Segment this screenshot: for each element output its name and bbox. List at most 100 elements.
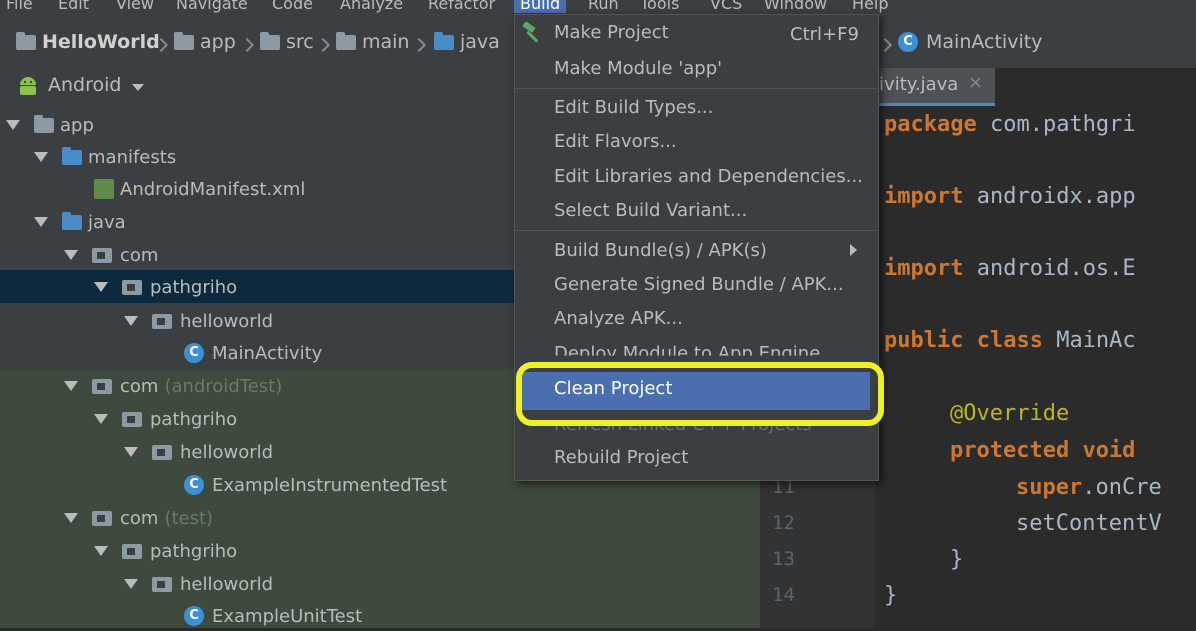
tree-item-pathgriho[interactable]: pathgriho xyxy=(94,536,237,566)
folder-icon xyxy=(336,31,356,50)
menu-navigate[interactable]: Navigate xyxy=(176,0,248,13)
tree-item-app[interactable]: app xyxy=(6,110,94,140)
source-set-label: (androidTest) xyxy=(164,375,283,397)
menu-build[interactable]: Build xyxy=(514,0,567,13)
code-line: package com.pathgri xyxy=(884,112,1136,137)
breadcrumb-item-src[interactable]: src xyxy=(260,29,314,55)
tree-item-pathgriho[interactable]: pathgriho xyxy=(94,404,237,434)
tree-item-com-test[interactable]: com (test) xyxy=(64,503,213,533)
tree-item-exampleinstrumentedtest[interactable]: C ExampleInstrumentedTest xyxy=(184,470,447,500)
menu-item-edit-flavors[interactable]: Edit Flavors... xyxy=(554,131,677,152)
close-icon[interactable]: × xyxy=(968,72,983,93)
breadcrumb-item-mainactivity[interactable]: C MainActivity xyxy=(898,29,1042,55)
shortcut-label: Ctrl+F9 xyxy=(790,24,859,45)
expand-arrow-icon xyxy=(34,217,48,227)
tree-item-manifests[interactable]: manifests xyxy=(34,142,176,172)
menu-analyze[interactable]: Analyze xyxy=(340,0,403,13)
expand-arrow-icon xyxy=(124,579,138,589)
menu-tools[interactable]: Tools xyxy=(640,0,679,13)
tree-item-helloworld[interactable]: helloworld xyxy=(124,306,273,336)
tree-item-exampleunittest[interactable]: C ExampleUnitTest xyxy=(184,601,362,631)
submenu-arrow-icon xyxy=(850,244,857,256)
menu-item-generate-signed[interactable]: Generate Signed Bundle / APK... xyxy=(554,274,844,295)
folder-icon xyxy=(174,31,194,50)
menu-vcs[interactable]: VCS xyxy=(710,0,742,13)
package-icon xyxy=(92,378,112,394)
test-class-icon: C xyxy=(184,475,204,495)
expand-arrow-icon xyxy=(124,447,138,457)
menu-item-make-module[interactable]: Make Module 'app' xyxy=(554,58,722,79)
package-icon xyxy=(122,279,142,295)
code-line: import androidx.app xyxy=(884,184,1136,209)
package-icon xyxy=(92,247,112,263)
menu-item-build-bundle-apk[interactable]: Build Bundle(s) / APK(s) xyxy=(554,240,767,261)
folder-icon xyxy=(434,31,454,50)
menu-item-rebuild-project[interactable]: Rebuild Project xyxy=(554,447,688,468)
folder-icon xyxy=(62,146,82,165)
hammer-icon xyxy=(522,22,539,43)
tree-item-pathgriho[interactable]: pathgriho xyxy=(94,272,237,302)
breadcrumb-item-helloworld[interactable]: HelloWorld xyxy=(16,29,160,55)
code-line: } xyxy=(884,583,898,608)
code-line: import android.os.E xyxy=(884,256,1136,281)
folder-icon xyxy=(260,31,280,50)
menu-item-analyze-apk[interactable]: Analyze APK... xyxy=(554,308,683,329)
menu-item-edit-build-types[interactable]: Edit Build Types... xyxy=(554,97,713,118)
menu-run[interactable]: Run xyxy=(588,0,619,13)
package-icon xyxy=(152,576,172,592)
tree-item-helloworld[interactable]: helloworld xyxy=(124,437,273,467)
xml-file-icon xyxy=(94,179,114,199)
menu-view[interactable]: View xyxy=(116,0,154,13)
chevron-down-icon[interactable] xyxy=(132,84,144,91)
source-set-label: (test) xyxy=(164,507,214,529)
expand-arrow-icon xyxy=(94,414,108,424)
menu-item-edit-libraries[interactable]: Edit Libraries and Dependencies... xyxy=(554,166,863,187)
code-line: } xyxy=(950,547,964,572)
chevron-right-icon xyxy=(239,37,255,53)
tree-item-com[interactable]: com xyxy=(64,240,158,270)
code-line: @Override xyxy=(950,401,1070,426)
chevron-right-icon xyxy=(411,37,427,53)
breadcrumb-item-app[interactable]: app xyxy=(174,29,236,55)
menu-item-make-project[interactable]: Make Project xyxy=(554,22,669,43)
menu-edit[interactable]: Edit xyxy=(58,0,89,13)
code-line: protected void xyxy=(950,438,1136,463)
expand-arrow-icon xyxy=(94,282,108,292)
expand-arrow-icon xyxy=(124,316,138,326)
package-icon xyxy=(122,411,142,427)
code-line: setContentV xyxy=(1016,511,1162,536)
line-number: 13 xyxy=(772,548,795,570)
expand-arrow-icon xyxy=(64,513,78,523)
expand-arrow-icon xyxy=(34,152,48,162)
line-number: 14 xyxy=(772,584,795,606)
menu-item-select-build-variant[interactable]: Select Build Variant... xyxy=(554,200,747,221)
tab-label: tivity.java xyxy=(872,74,959,95)
test-class-icon: C xyxy=(184,606,204,626)
menu-code[interactable]: Code xyxy=(272,0,313,13)
menu-help[interactable]: Help xyxy=(852,0,888,13)
module-folder-icon xyxy=(34,114,54,133)
project-view-selector[interactable]: Android xyxy=(48,74,121,96)
folder-icon xyxy=(62,211,82,230)
tree-item-java[interactable]: java xyxy=(34,207,126,237)
tree-item-androidmanifest[interactable]: AndroidManifest.xml xyxy=(94,174,305,204)
tree-item-helloworld[interactable]: helloworld xyxy=(124,569,273,599)
menu-refactor[interactable]: Refactor xyxy=(428,0,495,13)
expand-arrow-icon xyxy=(94,546,108,556)
menu-window[interactable]: Window xyxy=(764,0,827,13)
package-icon xyxy=(122,543,142,559)
chevron-right-icon xyxy=(877,37,893,53)
package-icon xyxy=(152,444,172,460)
code-line: super.onCre xyxy=(1016,475,1162,500)
chevron-right-icon xyxy=(315,37,331,53)
folder-icon xyxy=(16,31,36,50)
breadcrumb-item-java[interactable]: java xyxy=(434,29,500,55)
tree-item-com-androidtest[interactable]: com (androidTest) xyxy=(64,371,282,401)
menu-file[interactable]: File xyxy=(6,0,33,13)
expand-arrow-icon xyxy=(6,120,20,130)
expand-arrow-icon xyxy=(64,381,78,391)
menu-separator xyxy=(515,230,877,231)
highlight-annotation xyxy=(516,362,884,426)
breadcrumb-item-main[interactable]: main xyxy=(336,29,409,55)
tree-item-mainactivity[interactable]: C MainActivity xyxy=(184,338,322,368)
